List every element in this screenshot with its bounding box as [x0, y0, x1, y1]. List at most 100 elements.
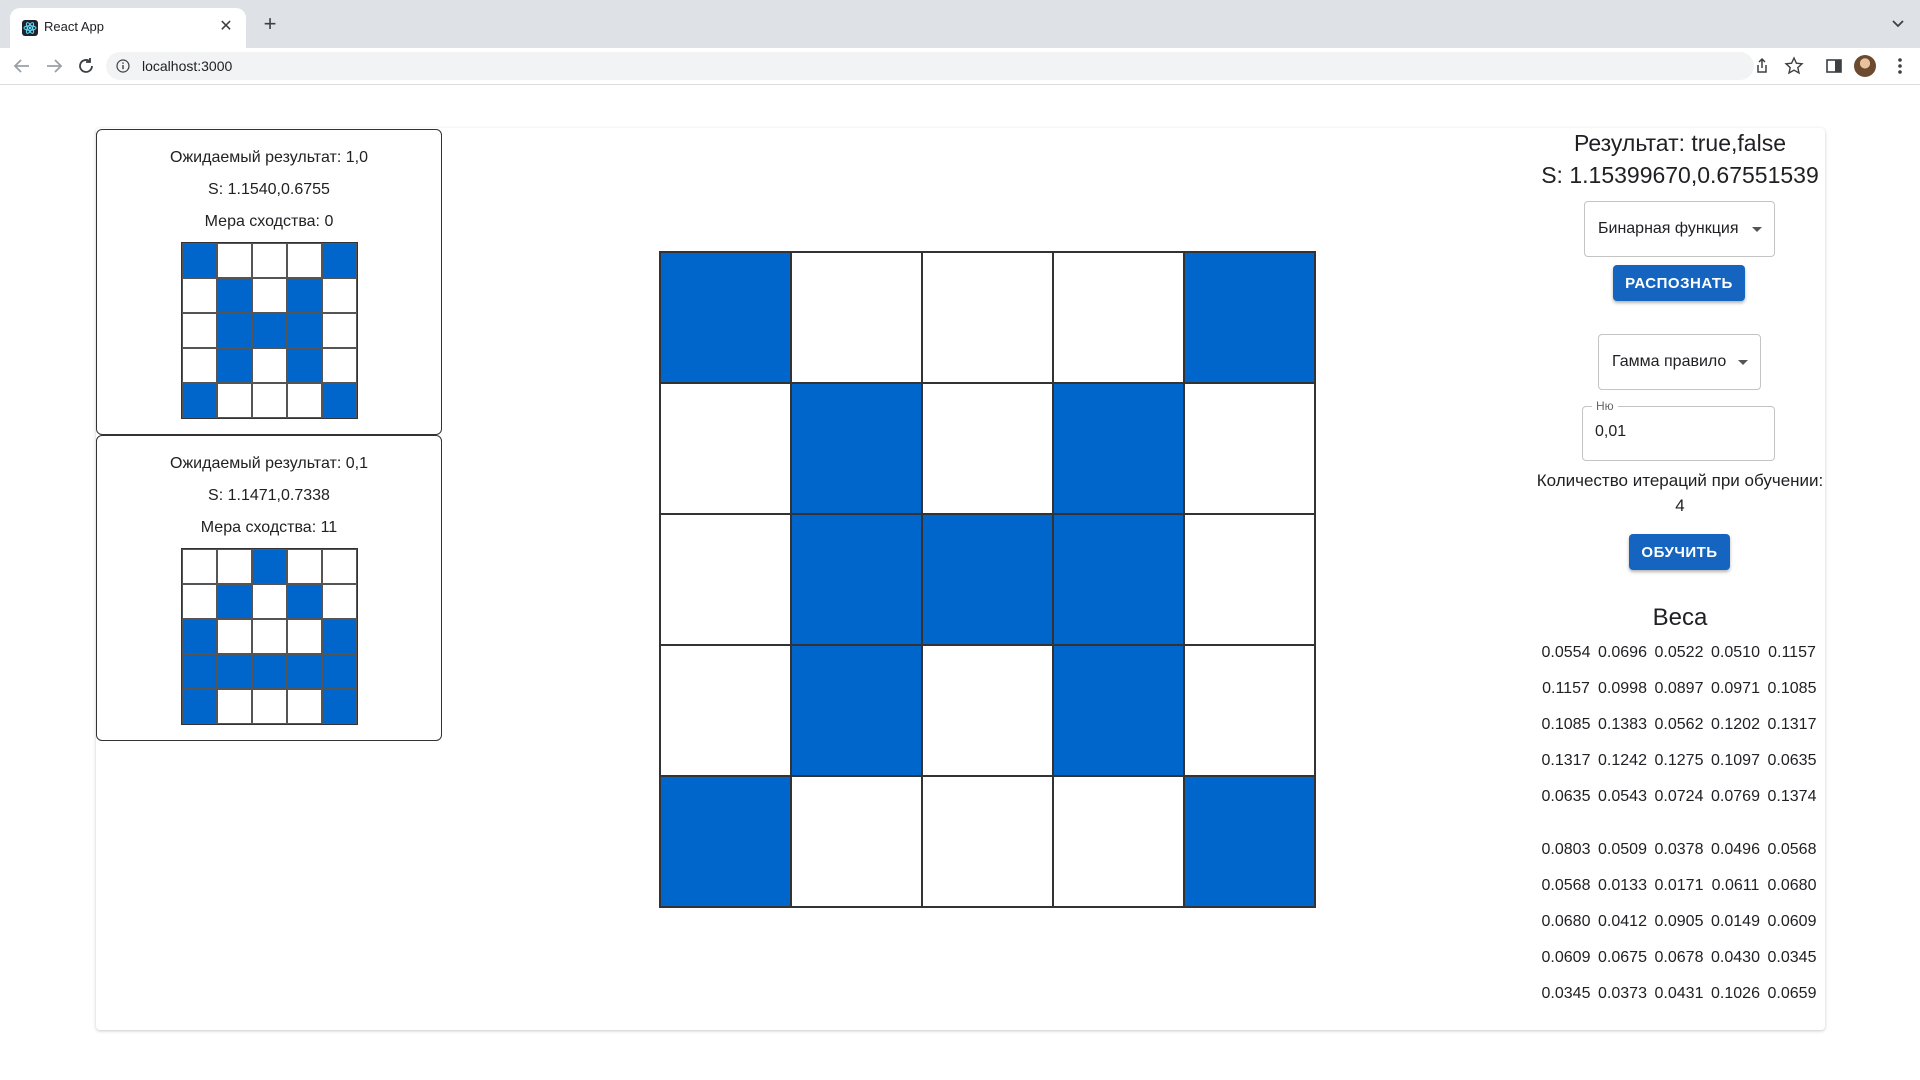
- weight-value: 0.1242: [1598, 752, 1647, 769]
- grid-cell: [252, 654, 287, 689]
- grid-cell[interactable]: [791, 383, 922, 514]
- weights-row: 0.0554 0.0696 0.0522 0.0510 0.1157: [1538, 635, 1820, 671]
- grid-cell[interactable]: [660, 252, 791, 383]
- weight-value: 0.0522: [1654, 644, 1704, 661]
- function-select[interactable]: Бинарная функция: [1584, 201, 1775, 257]
- nu-field[interactable]: Ню: [1582, 399, 1775, 461]
- grid-cell: [252, 278, 287, 313]
- weight-value: 0.0611: [1711, 877, 1760, 894]
- nu-input[interactable]: [1595, 423, 1755, 441]
- grid-cell: [252, 383, 287, 418]
- weight-value: 0.0430: [1711, 949, 1760, 966]
- grid-cell[interactable]: [1184, 776, 1315, 907]
- grid-cell[interactable]: [1184, 645, 1315, 776]
- bookmark-star-icon[interactable]: [1782, 54, 1806, 78]
- grid-cell: [182, 584, 217, 619]
- weight-value: 0.0897: [1654, 680, 1704, 697]
- grid-cell: [287, 313, 322, 348]
- grid-cell: [287, 348, 322, 383]
- dropdown-arrow-icon: [1752, 227, 1762, 232]
- grid-cell[interactable]: [922, 776, 1053, 907]
- grid-cell: [217, 348, 252, 383]
- grid-cell: [217, 654, 252, 689]
- grid-cell: [322, 619, 357, 654]
- grid-cell[interactable]: [791, 776, 922, 907]
- grid-cell[interactable]: [1053, 383, 1184, 514]
- grid-cell: [322, 549, 357, 584]
- share-icon[interactable]: [1750, 54, 1774, 78]
- grid-cell: [252, 348, 287, 383]
- grid-cell: [287, 549, 322, 584]
- weight-value: 0.1085: [1541, 716, 1591, 733]
- rule-select[interactable]: Гамма правило: [1598, 334, 1761, 390]
- grid-cell: [252, 584, 287, 619]
- grid-cell: [252, 313, 287, 348]
- weight-value: 0.1157: [1542, 680, 1590, 697]
- weights-row: 0.1085 0.1383 0.0562 0.1202 0.1317: [1538, 707, 1820, 743]
- grid-cell[interactable]: [660, 383, 791, 514]
- side-panel-icon[interactable]: [1822, 54, 1846, 78]
- grid-cell[interactable]: [922, 252, 1053, 383]
- weight-value: 0.1275: [1654, 752, 1704, 769]
- grid-cell[interactable]: [922, 645, 1053, 776]
- weights-row: 0.1317 0.1242 0.1275 0.1097 0.0635: [1538, 743, 1820, 779]
- grid-cell: [322, 313, 357, 348]
- weights-row: 0.0635 0.0543 0.0724 0.0769 0.1374: [1538, 779, 1820, 815]
- grid-cell: [287, 584, 322, 619]
- iterations-label: Количество итераций при обучении:: [1536, 471, 1824, 490]
- address-bar[interactable]: localhost:3000: [106, 52, 1754, 80]
- weight-value: 0.0609: [1541, 949, 1591, 966]
- grid-cell[interactable]: [791, 645, 922, 776]
- profile-avatar[interactable]: [1854, 55, 1876, 77]
- grid-cell: [252, 619, 287, 654]
- weights-row: 0.0680 0.0412 0.0905 0.0149 0.0609: [1538, 904, 1820, 940]
- grid-cell[interactable]: [660, 514, 791, 645]
- train-button[interactable]: ОБУЧИТЬ: [1629, 534, 1730, 570]
- grid-cell[interactable]: [1053, 252, 1184, 383]
- info-icon[interactable]: [116, 59, 130, 73]
- browser-tab-bar: React App ✕ +: [0, 0, 1920, 48]
- grid-cell: [322, 278, 357, 313]
- grid-cell[interactable]: [660, 776, 791, 907]
- weight-value: 0.1317: [1541, 752, 1591, 769]
- function-select-value: Бинарная функция: [1598, 220, 1739, 237]
- reload-icon[interactable]: [74, 54, 98, 78]
- more-options-icon[interactable]: [1890, 54, 1910, 78]
- sample-card-2: Ожидаемый результат: 0,1 S: 1.1471,0.733…: [96, 435, 442, 741]
- grid-cell[interactable]: [660, 645, 791, 776]
- weight-value: 0.0554: [1541, 644, 1591, 661]
- back-arrow-icon[interactable]: [10, 54, 34, 78]
- close-tab-icon[interactable]: ✕: [216, 17, 236, 37]
- weight-value: 0.1157: [1768, 644, 1816, 661]
- weight-value: 0.0680: [1541, 913, 1591, 930]
- nu-field-label: Ню: [1592, 399, 1618, 413]
- grid-cell[interactable]: [1053, 776, 1184, 907]
- grid-cell[interactable]: [1053, 514, 1184, 645]
- weight-value: 0.0635: [1767, 752, 1817, 769]
- new-tab-icon[interactable]: +: [258, 12, 282, 36]
- weight-value: 0.1026: [1711, 985, 1760, 1002]
- grid-cell: [182, 619, 217, 654]
- grid-cell: [182, 243, 217, 278]
- weight-value: 0.0971: [1711, 680, 1760, 697]
- grid-cell[interactable]: [791, 514, 922, 645]
- weight-value: 0.0133: [1598, 877, 1647, 894]
- chevron-down-icon[interactable]: [1888, 13, 1908, 33]
- recognize-button[interactable]: РАСПОЗНАТЬ: [1613, 265, 1745, 301]
- browser-tab[interactable]: React App ✕: [10, 8, 246, 48]
- grid-cell[interactable]: [1053, 645, 1184, 776]
- grid-cell: [182, 348, 217, 383]
- tab-title: React App: [44, 19, 104, 34]
- similarity-measure: Мера сходства: 11: [200, 519, 338, 536]
- grid-cell[interactable]: [1184, 252, 1315, 383]
- grid-cell[interactable]: [922, 514, 1053, 645]
- grid-cell[interactable]: [1184, 514, 1315, 645]
- weight-value: 0.0769: [1711, 788, 1760, 805]
- grid-cell: [182, 654, 217, 689]
- forward-arrow-icon[interactable]: [42, 54, 66, 78]
- grid-cell: [182, 313, 217, 348]
- grid-cell[interactable]: [922, 383, 1053, 514]
- grid-cell: [217, 619, 252, 654]
- grid-cell[interactable]: [1184, 383, 1315, 514]
- grid-cell[interactable]: [791, 252, 922, 383]
